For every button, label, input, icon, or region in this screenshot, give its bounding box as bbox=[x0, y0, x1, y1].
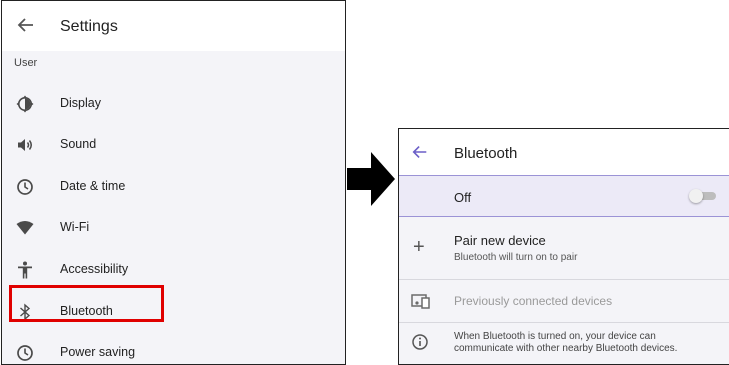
bluetooth-info-row: When Bluetooth is turned on, your device… bbox=[399, 323, 729, 364]
settings-item-display[interactable]: Display bbox=[2, 84, 345, 124]
previously-connected-devices-label: Previously connected devices bbox=[454, 294, 613, 308]
bluetooth-toggle-label: Off bbox=[454, 190, 472, 205]
settings-item-power-saving[interactable]: Power saving bbox=[2, 333, 345, 364]
settings-header: Settings bbox=[2, 1, 345, 51]
previously-connected-devices-item[interactable]: Previously connected devices bbox=[399, 280, 729, 322]
settings-item-label: Display bbox=[60, 96, 101, 110]
bluetooth-toggle-switch[interactable] bbox=[689, 189, 717, 203]
settings-item-label: Accessibility bbox=[60, 262, 129, 276]
back-arrow-icon[interactable] bbox=[16, 15, 36, 35]
settings-item-label: Date & time bbox=[60, 179, 126, 193]
settings-item-wifi[interactable]: Wi-Fi bbox=[2, 208, 345, 248]
settings-screen: Settings User Display Sound Date & time … bbox=[1, 0, 346, 365]
wifi-icon bbox=[16, 221, 34, 235]
settings-item-sound[interactable]: Sound bbox=[2, 125, 345, 165]
settings-item-label: Power saving bbox=[60, 345, 136, 359]
bluetooth-screen: Bluetooth Off + Pair new device Bluetoot… bbox=[398, 128, 729, 365]
bluetooth-highlight-box bbox=[9, 285, 164, 322]
bluetooth-info-text: When Bluetooth is turned on, your device… bbox=[454, 331, 678, 354]
accessibility-icon bbox=[18, 261, 32, 279]
clock-icon bbox=[17, 179, 33, 195]
transition-arrow-icon bbox=[347, 152, 395, 206]
bluetooth-toggle-row[interactable]: Off bbox=[399, 175, 729, 217]
info-icon bbox=[412, 334, 428, 350]
display-brightness-icon bbox=[16, 95, 34, 113]
page-title: Settings bbox=[60, 18, 118, 35]
toggle-knob bbox=[689, 189, 703, 203]
pair-new-device-subtitle: Bluetooth will turn on to pair bbox=[454, 252, 578, 263]
settings-item-accessibility[interactable]: Accessibility bbox=[2, 250, 345, 290]
pair-new-device-item[interactable]: + Pair new device Bluetooth will turn on… bbox=[399, 217, 729, 279]
page-title: Bluetooth bbox=[454, 145, 518, 162]
settings-item-label: Sound bbox=[60, 137, 97, 151]
section-label-user: User bbox=[14, 57, 38, 69]
bluetooth-header: Bluetooth bbox=[399, 129, 729, 175]
settings-item-date-time[interactable]: Date & time bbox=[2, 167, 345, 207]
clock-icon bbox=[17, 345, 33, 361]
speaker-icon bbox=[18, 139, 32, 151]
pair-new-device-title: Pair new device bbox=[454, 233, 546, 248]
settings-item-label: Wi-Fi bbox=[60, 220, 90, 234]
plus-icon: + bbox=[413, 236, 425, 258]
back-arrow-icon[interactable] bbox=[411, 143, 429, 161]
devices-icon bbox=[411, 294, 430, 309]
